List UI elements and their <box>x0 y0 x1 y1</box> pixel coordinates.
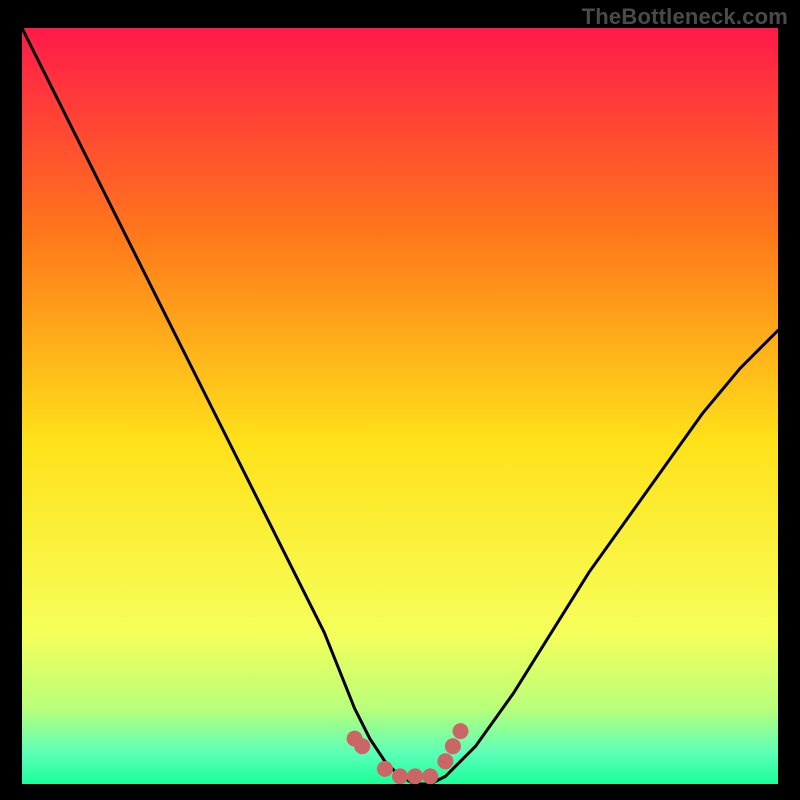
marker-point <box>422 768 438 784</box>
plot-svg <box>22 28 778 784</box>
marker-point <box>445 738 461 754</box>
chart-frame: TheBottleneck.com <box>0 0 800 800</box>
marker-point <box>437 753 453 769</box>
marker-point <box>354 738 370 754</box>
marker-point <box>453 723 469 739</box>
marker-point <box>377 761 393 777</box>
watermark-text: TheBottleneck.com <box>582 4 788 30</box>
plot-area <box>22 28 778 784</box>
gradient-background <box>22 28 778 784</box>
marker-point <box>392 768 408 784</box>
marker-point <box>407 768 423 784</box>
